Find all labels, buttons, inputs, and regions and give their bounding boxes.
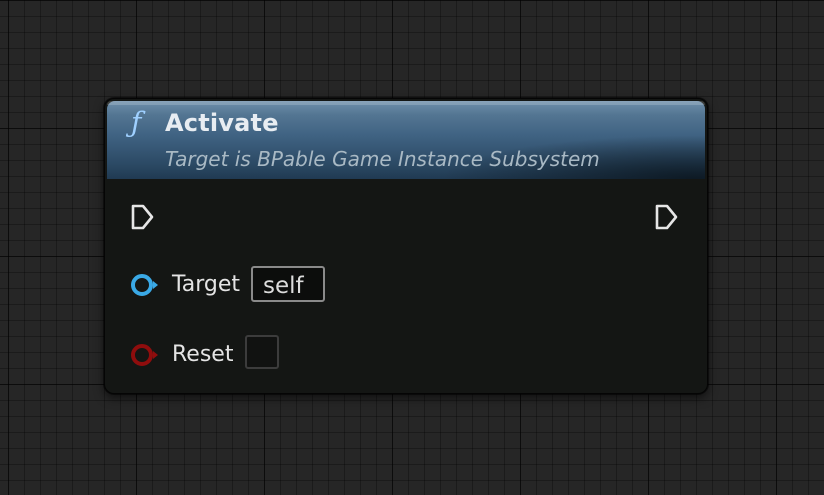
activate-function-node[interactable]: ƒ Activate Target is BPable Game Instanc…	[104, 98, 708, 394]
node-header[interactable]: ƒ Activate Target is BPable Game Instanc…	[107, 101, 705, 179]
exec-output-pin-icon[interactable]	[654, 203, 680, 231]
node-subtitle: Target is BPable Game Instance Subsystem	[165, 147, 600, 171]
target-pin-row: Target self	[129, 265, 349, 305]
target-pin-label: Target	[172, 272, 241, 297]
target-value-field[interactable]: self	[251, 266, 325, 302]
reset-pin-row: Reset	[129, 335, 289, 375]
reset-checkbox[interactable]	[245, 335, 279, 369]
node-title: Activate	[165, 109, 279, 137]
reset-pin-label: Reset	[172, 342, 234, 367]
function-icon: ƒ	[131, 106, 142, 139]
exec-input-pin-icon[interactable]	[130, 203, 156, 231]
header-sheen	[107, 101, 705, 105]
boolean-pin-icon[interactable]	[129, 341, 161, 369]
object-pin-icon[interactable]	[129, 271, 161, 299]
